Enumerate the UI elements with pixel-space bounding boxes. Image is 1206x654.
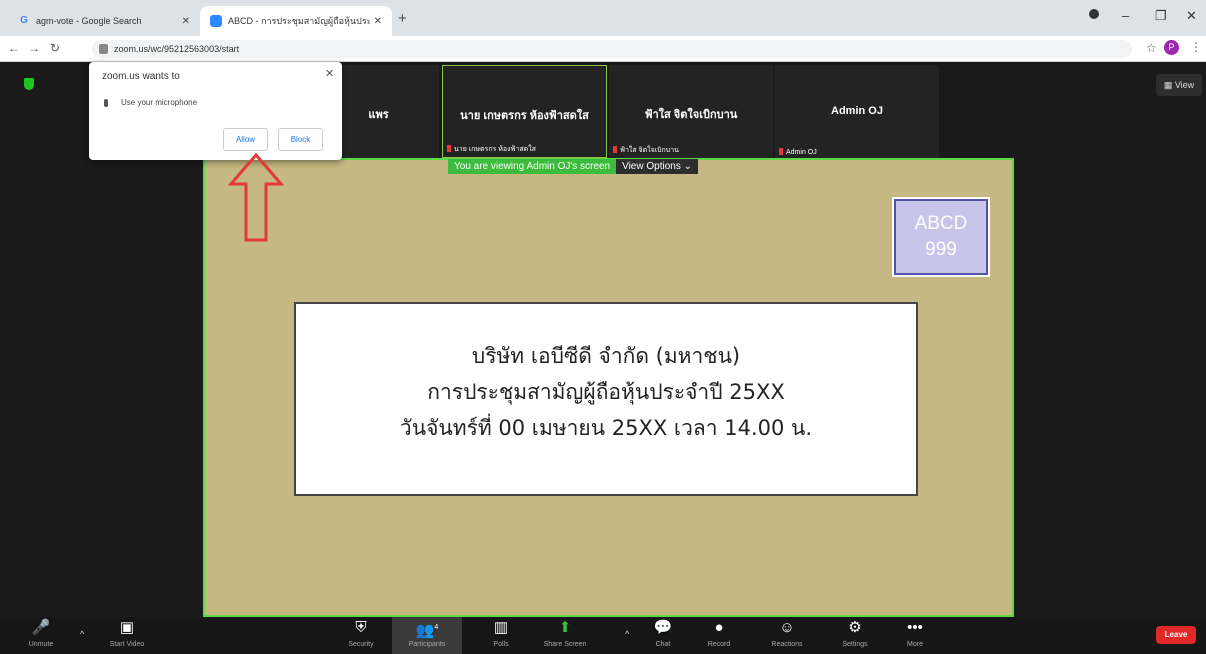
participant-label: นาย เกษตรกร ห้องฟ้าสดใส: [447, 144, 536, 155]
participants-count: 4: [434, 624, 439, 631]
microphone-icon: [104, 98, 108, 107]
permission-popup: zoom.us wants to ✕ Use your microphone A…: [89, 62, 342, 160]
microphone-muted-icon: 🎤: [31, 619, 51, 636]
new-tab-icon[interactable]: +: [398, 10, 407, 27]
close-icon[interactable]: ✕: [182, 16, 190, 27]
menu-icon[interactable]: ⋮: [1190, 40, 1202, 54]
participant-label: ฟ้าใส จิตใจเบิกบาน: [613, 145, 679, 156]
chevron-up-icon[interactable]: ^: [80, 629, 84, 639]
polls-icon: ▥: [493, 619, 509, 636]
meeting-title-box: บริษัท เอบีซีดี จำกัด (มหาชน) การประชุมส…: [294, 302, 918, 496]
zoom-meeting: ▦ View แพร นาย เกษตรกร ห้องฟ้าสดใส นาย เ…: [0, 62, 1206, 654]
meeting-name: การประชุมสามัญผู้ถือหุ้นประจำปี 25XX: [427, 380, 785, 404]
bookmark-star-icon[interactable]: ☆: [1146, 41, 1157, 55]
reactions-label: Reactions: [771, 641, 803, 648]
permission-text: Use your microphone: [121, 98, 198, 107]
more-icon: •••: [907, 619, 923, 636]
back-icon[interactable]: ←: [8, 41, 20, 55]
record-label: Record: [707, 641, 731, 648]
view-label: View: [1174, 80, 1195, 90]
security-shield-icon: ⛨: [355, 619, 367, 636]
participant-tile[interactable]: Admin OJ Admin OJ: [775, 65, 939, 158]
restore-icon[interactable]: ❐: [1155, 8, 1167, 24]
browser-tab-bar: G agm-vote - Google Search ✕ ABCD - การป…: [0, 0, 1206, 36]
more-label: More: [907, 641, 923, 648]
participant-name: Admin OJ: [831, 105, 883, 117]
more-button[interactable]: ••• More: [880, 617, 950, 654]
meeting-toolbar: 🎤 Unmute ^ ▣ Start Video ⛨ Security 👥4 P…: [0, 617, 1206, 654]
video-off-icon: ▣: [119, 619, 135, 636]
forward-icon[interactable]: →: [28, 41, 40, 55]
record-icon: ●: [714, 619, 724, 636]
start-video-label: Start Video: [109, 641, 145, 648]
block-button[interactable]: Block: [278, 128, 323, 151]
view-options-button[interactable]: View Options ⌄: [616, 159, 698, 174]
logo-line: 999: [925, 239, 957, 260]
arrow-up-icon: [228, 152, 284, 242]
share-screen-button[interactable]: ⬆ Share Screen: [530, 617, 600, 654]
participant-name: นาย เกษตรกร ห้องฟ้าสดใส: [460, 110, 589, 122]
popup-title: zoom.us wants to: [102, 71, 180, 82]
tab-title: agm-vote - Google Search: [36, 16, 142, 26]
polls-button[interactable]: ▥ Polls: [466, 617, 536, 654]
record-button[interactable]: ● Record: [684, 617, 754, 654]
viewing-banner: You are viewing Admin OJ's screen View O…: [448, 159, 698, 174]
meeting-datetime: วันจันทร์ที่ 00 เมษายน 25XX เวลา 14.00 น…: [399, 416, 813, 440]
view-button[interactable]: ▦ View: [1156, 74, 1202, 96]
lock-icon: [99, 44, 108, 54]
participants-icon: 👥4: [415, 622, 439, 639]
close-icon[interactable]: ✕: [325, 67, 334, 80]
reload-icon[interactable]: ↻: [50, 41, 60, 55]
unmute-button[interactable]: 🎤 Unmute: [6, 617, 76, 654]
start-video-button[interactable]: ▣ Start Video: [92, 617, 162, 654]
participants-button[interactable]: 👥4 Participants: [392, 617, 462, 654]
participant-label: Admin OJ: [779, 148, 817, 156]
viewing-text: You are viewing Admin OJ's screen: [448, 159, 617, 174]
zoom-icon: [210, 15, 222, 27]
participant-tile-active[interactable]: นาย เกษตรกร ห้องฟ้าสดใส นาย เกษตรกร ห้อง…: [442, 65, 607, 158]
allow-button[interactable]: Allow: [223, 128, 268, 151]
company-logo: ABCD 999: [892, 197, 990, 277]
address-bar: ← → ↻ zoom.us/wc/95212563003/start: [0, 36, 1206, 62]
url-field[interactable]: zoom.us/wc/95212563003/start: [92, 40, 1132, 58]
avatar[interactable]: P: [1164, 40, 1179, 55]
unmute-label: Unmute: [28, 641, 54, 648]
reactions-icon: ☺: [779, 619, 795, 636]
leave-button[interactable]: Leave: [1156, 626, 1196, 644]
tab-google-search[interactable]: G agm-vote - Google Search ✕: [8, 6, 200, 36]
minimize-icon[interactable]: –: [1122, 8, 1129, 23]
tab-zoom[interactable]: ABCD - การประชุมสามัญผู้ถือหุ้นประ ✕: [200, 6, 392, 36]
reactions-button[interactable]: ☺ Reactions: [752, 617, 822, 654]
company-name: บริษัท เอบีซีดี จำกัด (มหาชน): [471, 344, 741, 368]
extension-icon[interactable]: [1089, 9, 1099, 19]
participants-label: Participants: [408, 641, 446, 648]
security-button[interactable]: ⛨ Security: [326, 617, 396, 654]
window-close-icon[interactable]: ✕: [1186, 8, 1197, 24]
shield-icon[interactable]: [24, 78, 34, 90]
share-screen-icon: ⬆: [558, 619, 572, 636]
participant-tile[interactable]: ฟ้าใส จิตใจเบิกบาน ฟ้าใส จิตใจเบิกบาน: [609, 65, 773, 158]
url-text: zoom.us/wc/95212563003/start: [114, 44, 240, 54]
tab-title: ABCD - การประชุมสามัญผู้ถือหุ้นประ: [228, 16, 370, 26]
close-icon[interactable]: ✕: [374, 16, 382, 27]
polls-label: Polls: [493, 641, 509, 648]
participant-name: ฟ้าใส จิตใจเบิกบาน: [644, 109, 738, 121]
permission-row: Use your microphone: [104, 98, 197, 107]
logo-line: ABCD: [914, 213, 968, 234]
share-screen-label: Share Screen: [543, 641, 587, 648]
google-icon: G: [20, 15, 28, 26]
security-label: Security: [348, 641, 374, 648]
